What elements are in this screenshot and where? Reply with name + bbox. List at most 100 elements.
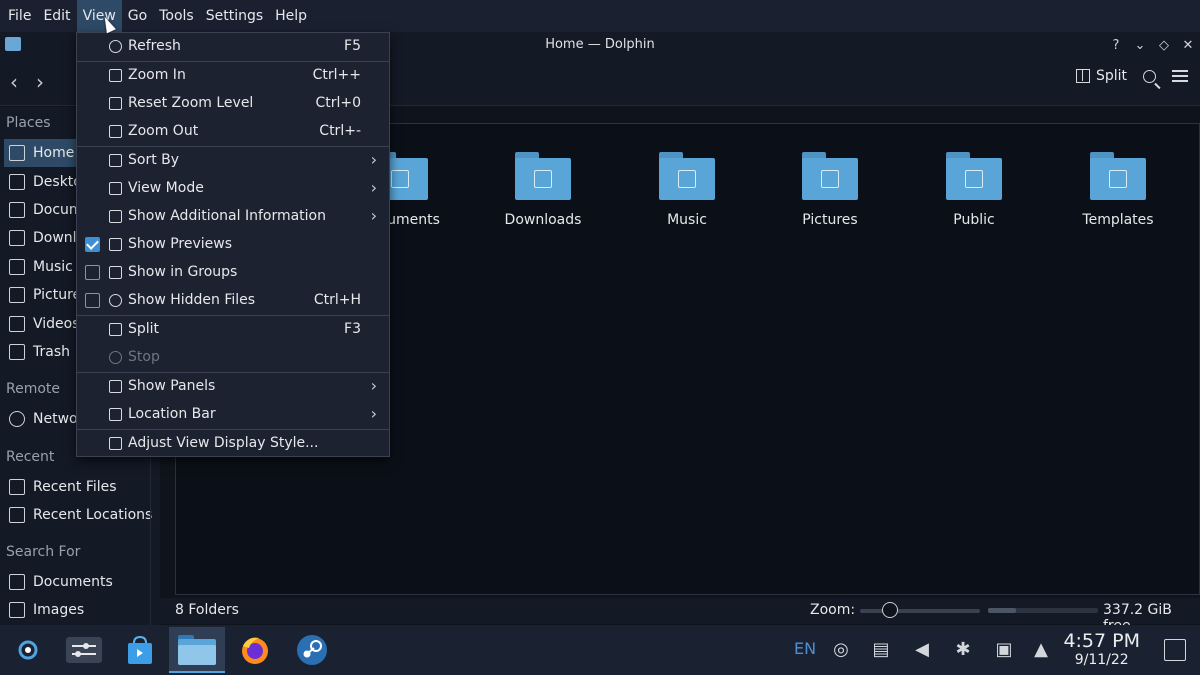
- steam-tray-icon[interactable]: ◎: [831, 639, 851, 661]
- menu-item-split[interactable]: Split F3: [77, 316, 389, 344]
- folder-downloads[interactable]: Downloads: [478, 152, 608, 228]
- menu-help[interactable]: Help: [269, 0, 313, 32]
- submenu-arrow-icon: ›: [370, 178, 377, 197]
- discover-store-icon[interactable]: [112, 627, 168, 673]
- sidebar-item-search-documents[interactable]: Documents: [4, 568, 154, 596]
- settings-sliders-icon[interactable]: [56, 627, 112, 673]
- eye-icon: [109, 294, 122, 307]
- menu-item-label: Sort By: [128, 152, 180, 168]
- keyboard-layout-indicator[interactable]: EN: [794, 639, 816, 658]
- menu-file[interactable]: File: [2, 0, 37, 32]
- search-heading: Search For: [6, 544, 81, 560]
- menu-item-adjust-display-style[interactable]: Adjust View Display Style...: [77, 430, 389, 458]
- split-button[interactable]: Split: [1075, 68, 1127, 84]
- menu-item-show-panels[interactable]: Show Panels ›: [77, 373, 389, 401]
- search-icon[interactable]: [1143, 69, 1156, 83]
- folder-label: Music: [667, 212, 707, 228]
- menu-item-show-in-groups[interactable]: Show in Groups: [77, 259, 389, 287]
- firefox-icon[interactable]: [227, 627, 283, 673]
- menu-settings[interactable]: Settings: [200, 0, 269, 32]
- checkbox-unchecked[interactable]: [85, 293, 100, 308]
- disk-space-bar: [988, 608, 1098, 613]
- sidebar-item-recent-locations[interactable]: Recent Locations: [4, 501, 154, 529]
- status-bar: 8 Folders Zoom: 337.2 GiB free: [160, 598, 1200, 634]
- submenu-arrow-icon: ›: [370, 206, 377, 225]
- sidebar-item-search-images[interactable]: Images: [4, 596, 154, 624]
- zoom-out-icon: [109, 125, 122, 138]
- home-icon: [9, 145, 25, 161]
- sidebar-item-recent-files[interactable]: Recent Files: [4, 473, 154, 501]
- previews-icon: [109, 238, 122, 251]
- display-style-icon: [109, 437, 122, 450]
- chevron-left-icon[interactable]: ‹: [10, 70, 18, 94]
- menu-item-zoom-out[interactable]: Zoom Out Ctrl+-: [77, 118, 389, 146]
- menu-item-label: Split: [128, 321, 160, 337]
- chevron-right-icon[interactable]: ›: [36, 70, 44, 94]
- location-bar-icon: [109, 408, 122, 421]
- minimize-icon[interactable]: ⌄: [1134, 38, 1146, 53]
- checkbox-checked[interactable]: [85, 237, 100, 252]
- menu-item-show-hidden-files[interactable]: Show Hidden Files Ctrl+H: [77, 287, 389, 315]
- menu-item-label: Show Panels: [128, 378, 216, 394]
- close-icon[interactable]: ✕: [1182, 38, 1194, 53]
- sidebar-item-label: Music: [33, 259, 73, 275]
- menu-item-additional-info[interactable]: Show Additional Information ›: [77, 203, 389, 231]
- window-buttons: ? ⌄ ◇ ✕: [1110, 32, 1194, 58]
- folder-public[interactable]: Public: [909, 152, 1039, 228]
- steam-icon[interactable]: [284, 627, 340, 673]
- menu-tools[interactable]: Tools: [153, 0, 200, 32]
- bluetooth-icon[interactable]: ✱: [953, 639, 973, 661]
- stop-icon: [109, 351, 122, 364]
- menu-item-reset-zoom[interactable]: Reset Zoom Level Ctrl+0: [77, 90, 389, 118]
- menu-item-refresh[interactable]: Refresh F5: [77, 33, 389, 61]
- clock-date: 9/11/22: [1074, 652, 1129, 668]
- clock[interactable]: 4:57 PM 9/11/22: [1063, 630, 1140, 668]
- network-tray-icon[interactable]: ▣: [994, 639, 1014, 661]
- submenu-arrow-icon: ›: [370, 376, 377, 395]
- steamos-icon[interactable]: [0, 627, 56, 673]
- remote-heading: Remote: [6, 381, 61, 397]
- hamburger-menu-icon[interactable]: [1172, 70, 1188, 82]
- menu-item-show-previews[interactable]: Show Previews: [77, 231, 389, 259]
- submenu-arrow-icon: ›: [370, 404, 377, 423]
- maximize-icon[interactable]: ◇: [1158, 38, 1170, 53]
- menu-item-view-mode[interactable]: View Mode ›: [77, 175, 389, 203]
- folder-label: Templates: [1082, 212, 1154, 228]
- folder-pictures[interactable]: Pictures: [765, 152, 895, 228]
- zoom-slider-track[interactable]: [860, 609, 980, 613]
- split-icon: [109, 323, 122, 336]
- volume-icon[interactable]: ◀: [912, 639, 932, 661]
- menu-item-location-bar[interactable]: Location Bar ›: [77, 401, 389, 429]
- menu-item-shortcut: Ctrl+0: [315, 95, 361, 111]
- tray-expand-icon[interactable]: ▲: [1031, 639, 1051, 661]
- menu-go[interactable]: Go: [122, 0, 153, 32]
- network-icon: [9, 411, 25, 427]
- sidebar-item-label: Images: [33, 602, 85, 618]
- sidebar-item-label: Videos: [33, 316, 80, 332]
- folder-templates[interactable]: Templates: [1053, 152, 1183, 228]
- images-icon: [9, 602, 25, 618]
- documents-icon: [9, 574, 25, 590]
- places-heading: Places: [6, 115, 51, 131]
- menu-item-sort-by[interactable]: Sort By ›: [77, 147, 389, 175]
- help-icon[interactable]: ?: [1110, 38, 1122, 53]
- clipboard-icon[interactable]: ▤: [871, 639, 891, 661]
- menu-item-label: Show Previews: [128, 236, 233, 252]
- sidebar-item-label: Documents: [33, 574, 113, 590]
- menu-item-label: Zoom In: [128, 67, 186, 83]
- show-desktop-icon[interactable]: [1164, 639, 1186, 661]
- menubar: File Edit View Go Tools Settings Help: [0, 0, 1200, 32]
- sort-icon: [109, 154, 122, 167]
- dolphin-folder-icon[interactable]: [169, 627, 225, 673]
- videos-icon: [9, 316, 25, 332]
- folder-label: Downloads: [504, 212, 582, 228]
- menu-item-label: Location Bar: [128, 406, 216, 422]
- menu-item-label: View Mode: [128, 180, 204, 196]
- menu-item-shortcut: Ctrl+-: [319, 123, 361, 139]
- menu-edit[interactable]: Edit: [37, 0, 76, 32]
- menu-item-zoom-in[interactable]: Zoom In Ctrl++: [77, 62, 389, 90]
- folder-music[interactable]: Music: [622, 152, 752, 228]
- checkbox-unchecked[interactable]: [85, 265, 100, 280]
- downloads-icon: [9, 230, 25, 246]
- zoom-slider-handle[interactable]: [882, 602, 898, 618]
